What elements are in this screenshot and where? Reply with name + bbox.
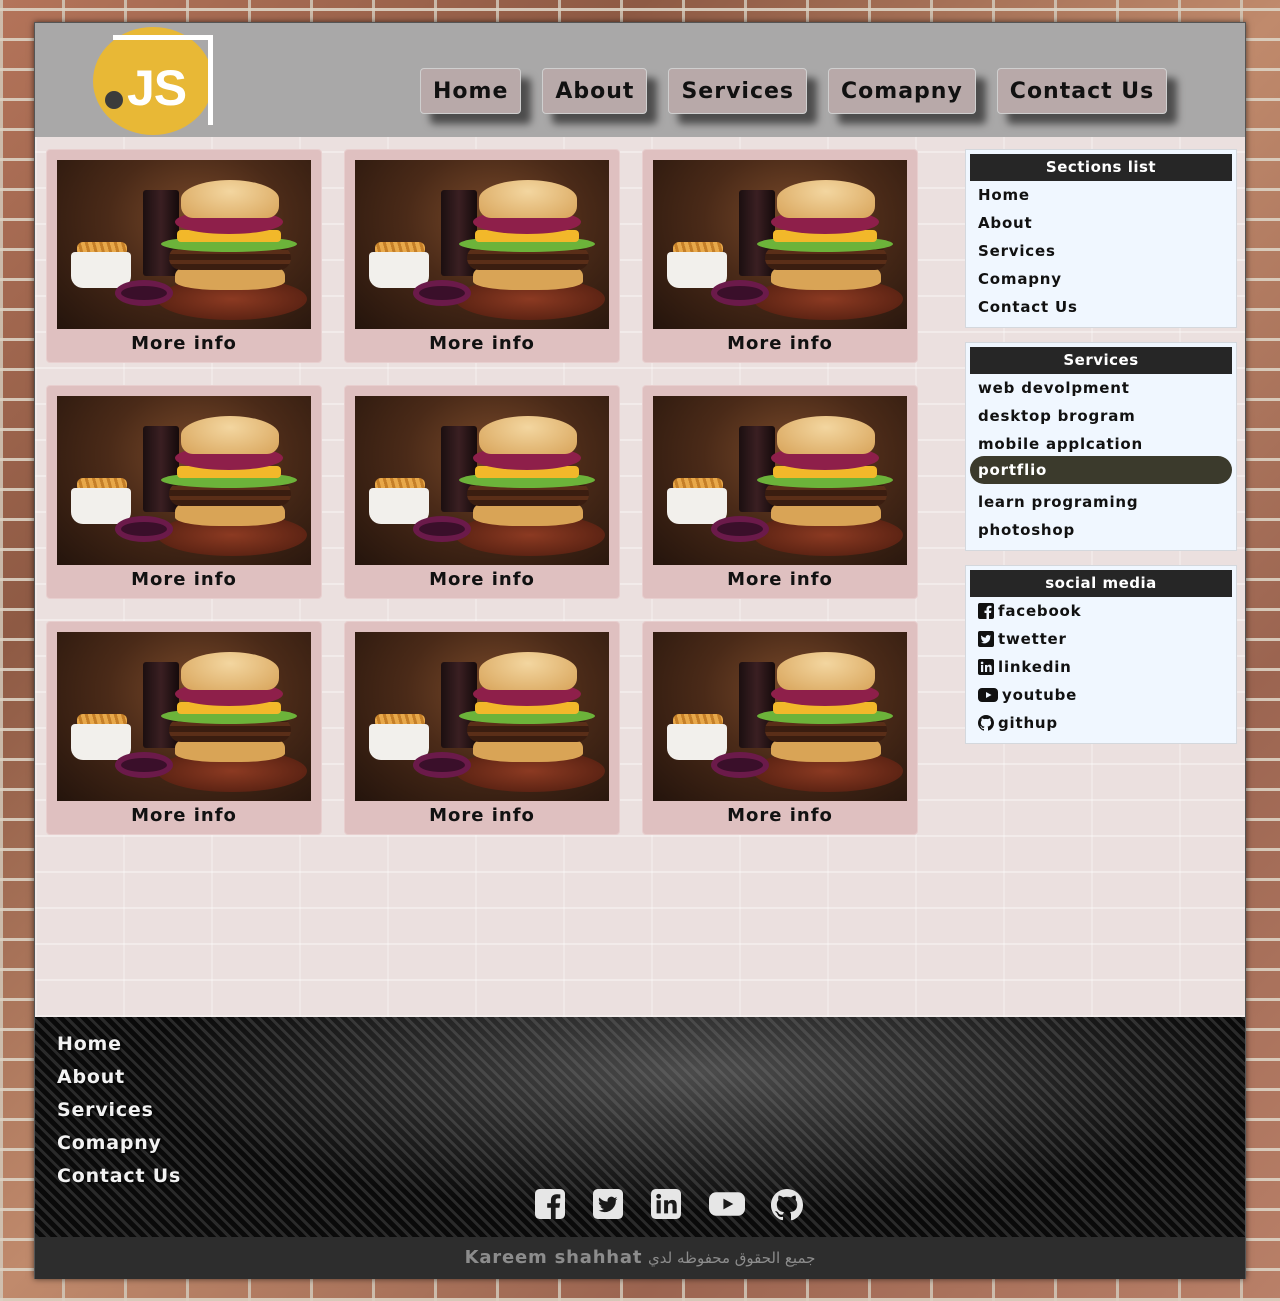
twitter-icon bbox=[978, 631, 994, 647]
sidebar: Sections list Home About Services Comapn… bbox=[965, 149, 1237, 758]
footer-link-services[interactable]: Services bbox=[57, 1097, 181, 1130]
footer-link-company[interactable]: Comapny bbox=[57, 1130, 181, 1163]
more-info-label[interactable]: More info bbox=[57, 805, 311, 826]
copyright-name: Kareem shahhat bbox=[464, 1247, 643, 1268]
youtube-icon bbox=[978, 687, 998, 703]
youtube-icon[interactable] bbox=[709, 1189, 745, 1221]
social-item-label: youtube bbox=[1002, 686, 1078, 704]
copyright-text: جميع الحقوق محفوظه لدي bbox=[648, 1249, 816, 1267]
services-item-learn[interactable]: learn programing bbox=[970, 488, 1232, 516]
social-item-youtube[interactable]: youtube bbox=[970, 681, 1232, 709]
product-card[interactable]: More info bbox=[344, 385, 620, 599]
nav-contact-button[interactable]: Contact Us bbox=[996, 68, 1168, 114]
burger-image bbox=[57, 160, 311, 329]
github-icon[interactable] bbox=[771, 1189, 803, 1221]
more-info-label[interactable]: More info bbox=[57, 333, 311, 354]
product-card[interactable]: More info bbox=[46, 149, 322, 363]
services-item-mobile[interactable]: mobile applcation bbox=[970, 430, 1232, 458]
more-info-label[interactable]: More info bbox=[355, 333, 609, 354]
burger-image bbox=[653, 632, 907, 801]
more-info-label[interactable]: More info bbox=[653, 569, 907, 590]
footer-social-icons bbox=[535, 1189, 803, 1221]
product-card[interactable]: More info bbox=[46, 385, 322, 599]
burger-image bbox=[355, 160, 609, 329]
social-item-twitter[interactable]: twetter bbox=[970, 625, 1232, 653]
copyright-bar: Kareem shahhat جميع الحقوق محفوظه لدي bbox=[35, 1237, 1245, 1279]
nav-services-button[interactable]: Services bbox=[668, 68, 808, 114]
burger-image bbox=[653, 396, 907, 565]
services-item-portfolio[interactable]: portflio bbox=[970, 456, 1232, 484]
product-card[interactable]: More info bbox=[642, 149, 918, 363]
burger-image bbox=[57, 632, 311, 801]
footer-links: Home About Services Comapny Contact Us bbox=[57, 1031, 181, 1196]
social-item-label: facebook bbox=[998, 602, 1082, 620]
burger-image bbox=[653, 160, 907, 329]
product-card[interactable]: More info bbox=[46, 621, 322, 835]
top-nav: Home About Services Comapny Contact Us bbox=[420, 68, 1168, 114]
site-footer: Home About Services Comapny Contact Us bbox=[35, 1017, 1245, 1237]
more-info-label[interactable]: More info bbox=[355, 569, 609, 590]
product-card[interactable]: More info bbox=[642, 621, 918, 835]
facebook-icon bbox=[978, 603, 994, 619]
github-icon bbox=[978, 715, 994, 731]
social-media-title: social media bbox=[970, 570, 1232, 597]
product-card[interactable]: More info bbox=[642, 385, 918, 599]
social-item-label: githup bbox=[998, 714, 1058, 732]
facebook-icon[interactable] bbox=[535, 1189, 567, 1221]
social-media-panel: social media facebook twetter linkedin y… bbox=[965, 565, 1237, 744]
burger-image bbox=[57, 396, 311, 565]
site-header: JS Home About Services Comapny Contact U… bbox=[35, 23, 1245, 137]
logo-text: JS bbox=[127, 60, 187, 116]
social-item-label: twetter bbox=[998, 630, 1067, 648]
services-title: Services bbox=[970, 347, 1232, 374]
more-info-label[interactable]: More info bbox=[653, 333, 907, 354]
product-grid: More info More info More info More info … bbox=[46, 149, 920, 835]
main-content: More info More info More info More info … bbox=[35, 137, 1245, 1017]
social-item-linkedin[interactable]: linkedin bbox=[970, 653, 1232, 681]
product-card[interactable]: More info bbox=[344, 149, 620, 363]
burger-image bbox=[355, 632, 609, 801]
services-item-photoshop[interactable]: photoshop bbox=[970, 516, 1232, 544]
services-panel: Services web devolpment desktop brogram … bbox=[965, 342, 1237, 551]
page-container: JS Home About Services Comapny Contact U… bbox=[34, 22, 1246, 1279]
social-item-github[interactable]: githup bbox=[970, 709, 1232, 737]
logo-dot bbox=[105, 91, 123, 109]
footer-link-about[interactable]: About bbox=[57, 1064, 181, 1097]
product-card[interactable]: More info bbox=[344, 621, 620, 835]
more-info-label[interactable]: More info bbox=[355, 805, 609, 826]
services-item-web[interactable]: web devolpment bbox=[970, 374, 1232, 402]
twitter-icon[interactable] bbox=[593, 1189, 625, 1221]
nav-home-button[interactable]: Home bbox=[420, 68, 522, 114]
more-info-label[interactable]: More info bbox=[653, 805, 907, 826]
social-item-facebook[interactable]: facebook bbox=[970, 597, 1232, 625]
linkedin-icon[interactable] bbox=[651, 1189, 683, 1221]
sections-item-about[interactable]: About bbox=[970, 209, 1232, 237]
js-logo[interactable]: JS bbox=[93, 27, 215, 135]
sections-item-services[interactable]: Services bbox=[970, 237, 1232, 265]
footer-link-contact[interactable]: Contact Us bbox=[57, 1163, 181, 1196]
sections-item-company[interactable]: Comapny bbox=[970, 265, 1232, 293]
nav-about-button[interactable]: About bbox=[542, 68, 648, 114]
nav-company-button[interactable]: Comapny bbox=[828, 68, 976, 114]
sections-item-contact[interactable]: Contact Us bbox=[970, 293, 1232, 321]
more-info-label[interactable]: More info bbox=[57, 569, 311, 590]
footer-link-home[interactable]: Home bbox=[57, 1031, 181, 1064]
services-item-desktop[interactable]: desktop brogram bbox=[970, 402, 1232, 430]
social-item-label: linkedin bbox=[998, 658, 1072, 676]
burger-image bbox=[355, 396, 609, 565]
sections-list-panel: Sections list Home About Services Comapn… bbox=[965, 149, 1237, 328]
sections-list-title: Sections list bbox=[970, 154, 1232, 181]
linkedin-icon bbox=[978, 659, 994, 675]
sections-item-home[interactable]: Home bbox=[970, 181, 1232, 209]
